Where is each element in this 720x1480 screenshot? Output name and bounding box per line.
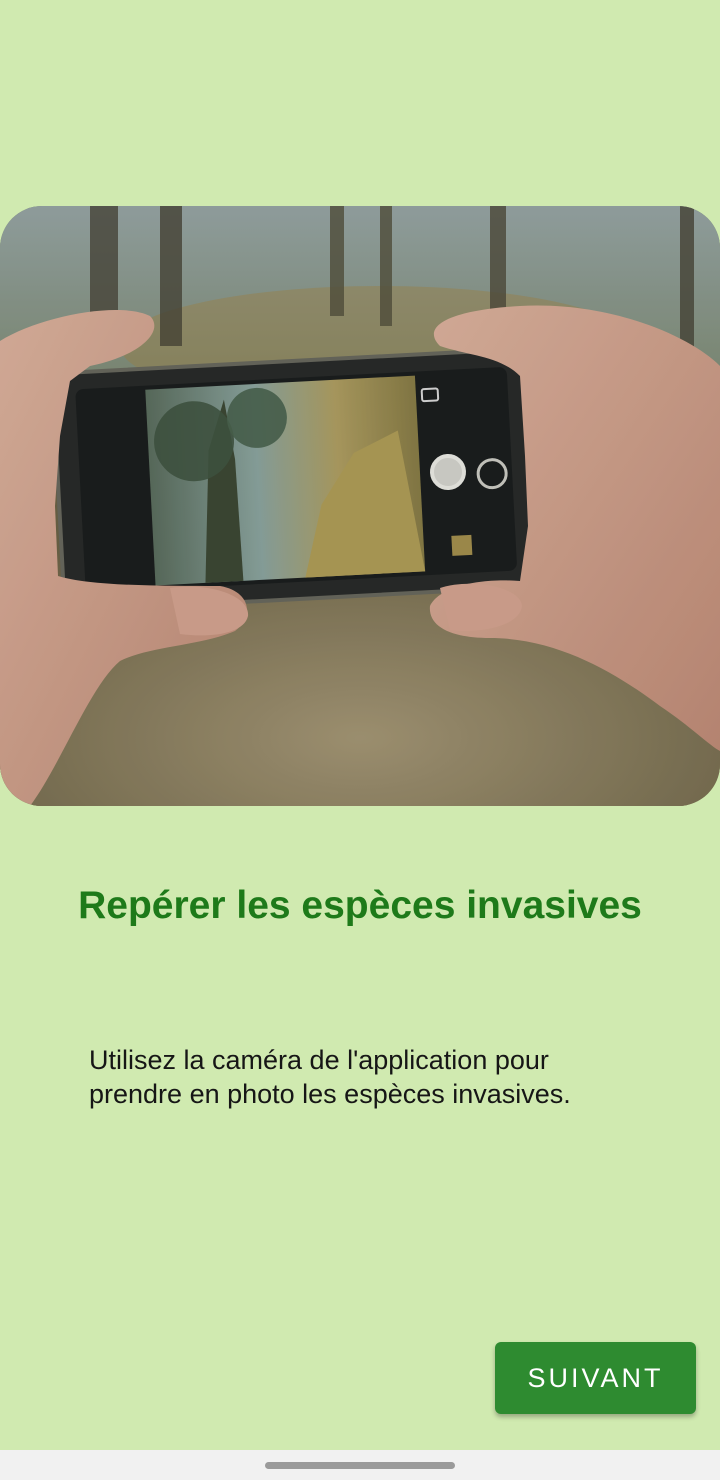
next-button[interactable]: SUIVANT bbox=[495, 1342, 696, 1414]
onboarding-description: Utilisez la caméra de l'application pour… bbox=[89, 1045, 571, 1109]
home-pill-icon[interactable] bbox=[265, 1462, 455, 1469]
hero-image bbox=[0, 206, 720, 806]
system-navigation-bar bbox=[0, 1450, 720, 1480]
phone-photo-illustration bbox=[0, 206, 720, 806]
onboarding-screen: Repérer les espèces invasives Utilisez l… bbox=[0, 0, 720, 1450]
onboarding-title: Repérer les espèces invasives bbox=[78, 884, 642, 927]
